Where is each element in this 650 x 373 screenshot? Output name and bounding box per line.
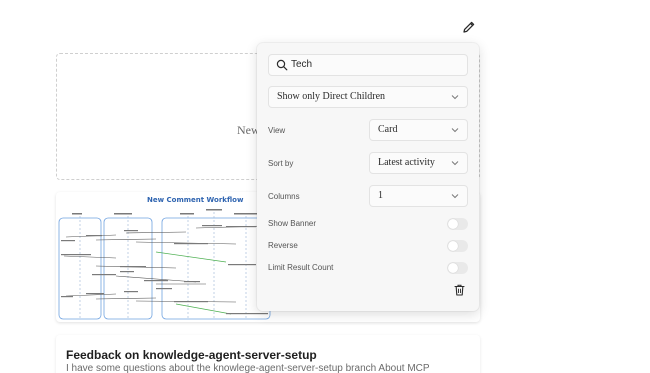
sort-by-value: Latest activity (378, 157, 435, 168)
children-filter-select[interactable]: Show only Direct Children (268, 86, 468, 108)
show-banner-toggle[interactable] (447, 218, 468, 230)
chevron-down-icon (451, 95, 459, 100)
reverse-toggle[interactable] (447, 240, 468, 252)
sort-by-select[interactable]: Latest activity (369, 152, 468, 174)
search-icon (276, 59, 288, 71)
chevron-down-icon (451, 128, 459, 133)
feedback-description: I have some questions about the knowlege… (66, 363, 430, 373)
search-value: Tech (291, 59, 313, 70)
columns-label: Columns (268, 192, 300, 201)
limit-result-count-label: Limit Result Count (268, 263, 334, 272)
view-label: View (268, 126, 286, 135)
sort-by-label: Sort by (268, 159, 294, 168)
view-value: Card (378, 124, 398, 135)
columns-value: 1 (378, 190, 383, 201)
chevron-down-icon (451, 161, 459, 166)
trash-icon[interactable] (454, 284, 465, 296)
view-select[interactable]: Card (369, 119, 468, 141)
reverse-label: Reverse (268, 241, 298, 250)
limit-result-count-toggle[interactable] (447, 262, 468, 274)
edit-icon[interactable] (461, 19, 477, 35)
children-filter-value: Show only Direct Children (277, 91, 386, 102)
show-banner-label: Show Banner (268, 219, 317, 228)
feedback-card[interactable]: Feedback on knowledge-agent-server-setup… (56, 335, 480, 373)
columns-select[interactable]: 1 (369, 185, 468, 207)
chevron-down-icon (451, 194, 459, 199)
view-settings-panel: Tech Show only Direct Children View Card… (257, 43, 479, 311)
search-input[interactable]: Tech (268, 54, 468, 76)
feedback-title[interactable]: Feedback on knowledge-agent-server-setup (66, 348, 317, 362)
